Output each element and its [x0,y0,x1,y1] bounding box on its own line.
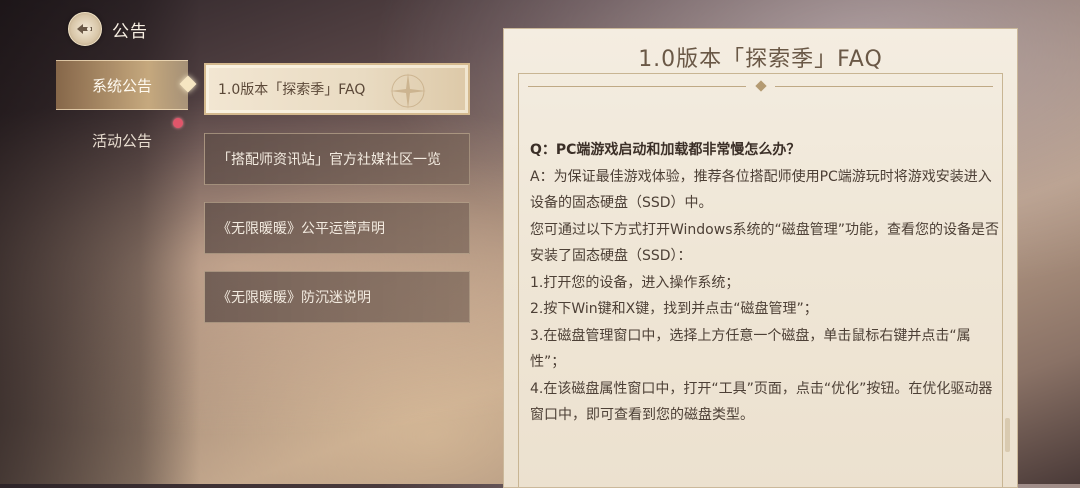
list-item-faq[interactable]: 1.0版本「探索季」FAQ [204,63,470,115]
page-header: 公告 [68,12,148,46]
list-item-label: 《无限暖暖》公平运营声明 [217,221,385,237]
article-body: Q：PC端游戏启动和加载都非常慢怎么办？ A：为保证最佳游戏体验，推荐各位搭配师… [530,137,1000,429]
list-item-label: 「搭配师资讯站」官方社媒社区一览 [217,152,441,168]
article-scrollbar[interactable] [1005,418,1010,452]
tab-label: 系统公告 [91,76,152,95]
article-paragraph: 2.按下Win键和X键，找到并点击“磁盘管理”； [530,301,818,317]
article-question: Q：PC端游戏启动和加载都非常慢怎么办？ [530,142,801,158]
list-item-social-media[interactable]: 「搭配师资讯站」官方社媒社区一览 [204,133,470,185]
list-item-label: 1.0版本「探索季」FAQ [218,82,366,98]
article-paragraph: 4.在该磁盘属性窗口中，打开“工具”页面，点击“优化”按钮。在优化驱动器窗口中，… [530,380,993,424]
article-paragraph: 3.在磁盘管理窗口中，选择上方任意一个磁盘，单击鼠标右键并点击“属性”； [530,327,971,371]
list-item-anti-addiction[interactable]: 《无限暖暖》防沉迷说明 [204,271,470,323]
list-item-label: 《无限暖暖》防沉迷说明 [217,290,371,306]
tab-system-announcements[interactable]: 系统公告 [56,60,188,110]
tab-label: 活动公告 [91,131,152,150]
page-title: 公告 [112,21,148,42]
compass-ornament-icon [390,73,426,109]
notification-dot-icon [173,118,183,128]
article-title: 1.0版本「探索季」FAQ [638,47,883,72]
back-emblem-icon[interactable] [68,12,102,46]
article-paragraph: A：为保证最佳游戏体验，推荐各位搭配师使用PC端游玩时将游戏安装进入设备的固态硬… [530,168,992,212]
article-paragraph: 您可通过以下方式打开Windows系统的“磁盘管理”功能，查看您的设备是否安装了… [530,221,999,265]
title-divider [528,86,746,87]
article-panel: 1.0版本「探索季」FAQ Q：PC端游戏启动和加载都非常慢怎么办？ A：为保证… [503,28,1018,488]
list-item-fair-operation[interactable]: 《无限暖暖》公平运营声明 [204,202,470,254]
article-paragraph: 1.打开您的设备，进入操作系统； [530,274,740,291]
title-divider [775,86,993,87]
tab-event-announcements[interactable]: 活动公告 [56,120,188,160]
